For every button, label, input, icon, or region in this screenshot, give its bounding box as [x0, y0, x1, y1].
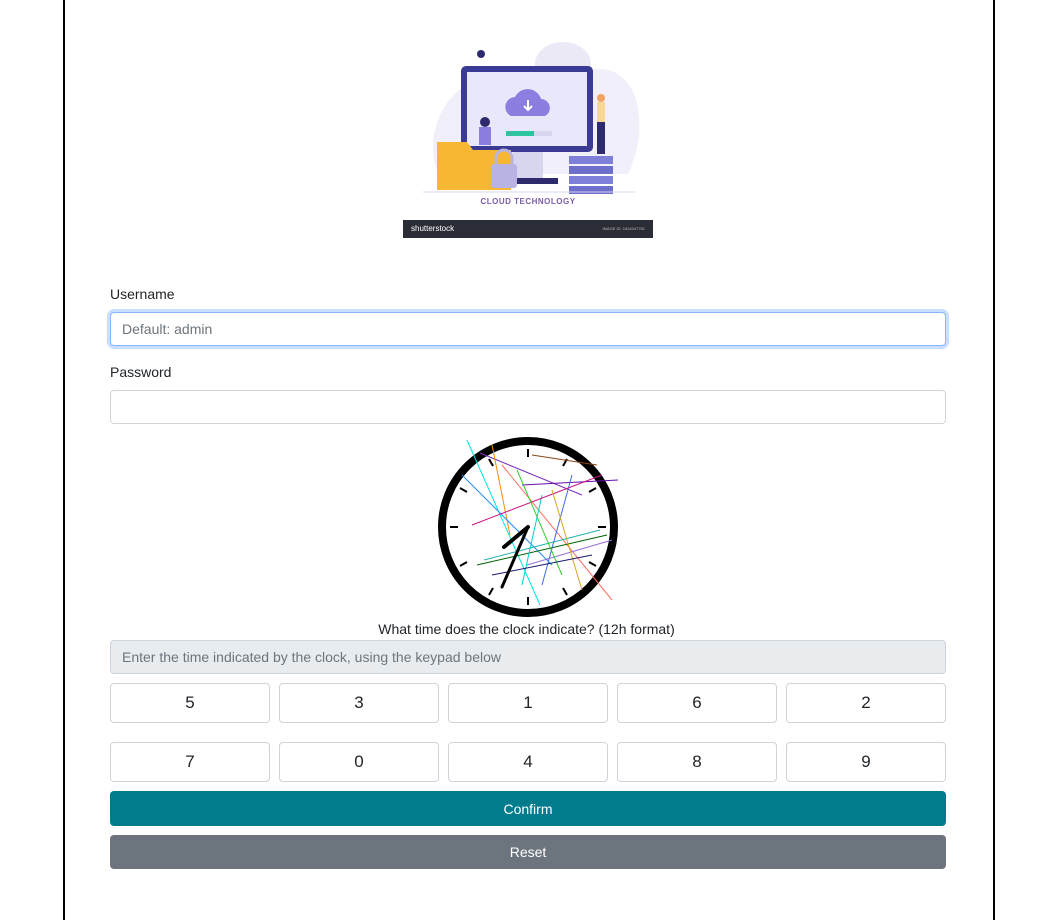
keypad-key[interactable]: 4 — [448, 742, 608, 782]
keypad-key[interactable]: 8 — [617, 742, 777, 782]
password-label: Password — [110, 364, 172, 380]
logo-brand-text: shutterstock — [411, 224, 455, 233]
captcha-question: What time does the clock indicate? (12h … — [378, 621, 675, 637]
keypad-key[interactable]: 9 — [786, 742, 946, 782]
logo-caption: CLOUD TECHNOLOGY — [480, 197, 576, 206]
password-input[interactable] — [110, 390, 946, 424]
cloud-illustration-icon — [403, 14, 653, 220]
keypad-key[interactable]: 7 — [110, 742, 270, 782]
keypad-key[interactable]: 1 — [448, 683, 608, 723]
logo-fine-print: IMAGE ID: 1624047781 — [602, 226, 645, 231]
reset-button[interactable]: Reset — [110, 835, 946, 869]
keypad-key[interactable]: 5 — [110, 683, 270, 723]
keypad-key[interactable]: 6 — [617, 683, 777, 723]
keypad-key[interactable]: 3 — [279, 683, 439, 723]
captcha-clock-icon — [438, 437, 619, 617]
username-input[interactable] — [110, 312, 946, 346]
confirm-button[interactable]: Confirm — [110, 791, 946, 826]
logo-watermark-bar: shutterstock IMAGE ID: 1624047781 — [403, 220, 653, 238]
captcha-time-input[interactable] — [110, 640, 946, 674]
cloud-technology-logo: CLOUD TECHNOLOGY shutterstock IMAGE ID: … — [403, 14, 653, 238]
username-label: Username — [110, 286, 175, 302]
keypad-key[interactable]: 2 — [786, 683, 946, 723]
keypad-key[interactable]: 0 — [279, 742, 439, 782]
